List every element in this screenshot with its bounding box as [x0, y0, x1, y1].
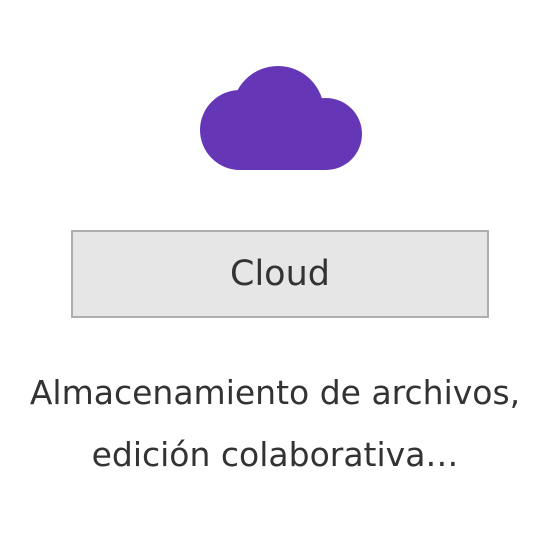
cloud-app-button[interactable]: Cloud: [71, 230, 489, 318]
app-description: Almacenamiento de archivos, edición cola…: [0, 362, 550, 486]
description-line-2: edición colaborativa…: [91, 435, 459, 474]
cloud-icon: [200, 64, 362, 172]
description-line-1: Almacenamiento de archivos,: [29, 373, 521, 412]
app-card: Cloud Almacenamiento de archivos, edició…: [0, 0, 550, 550]
